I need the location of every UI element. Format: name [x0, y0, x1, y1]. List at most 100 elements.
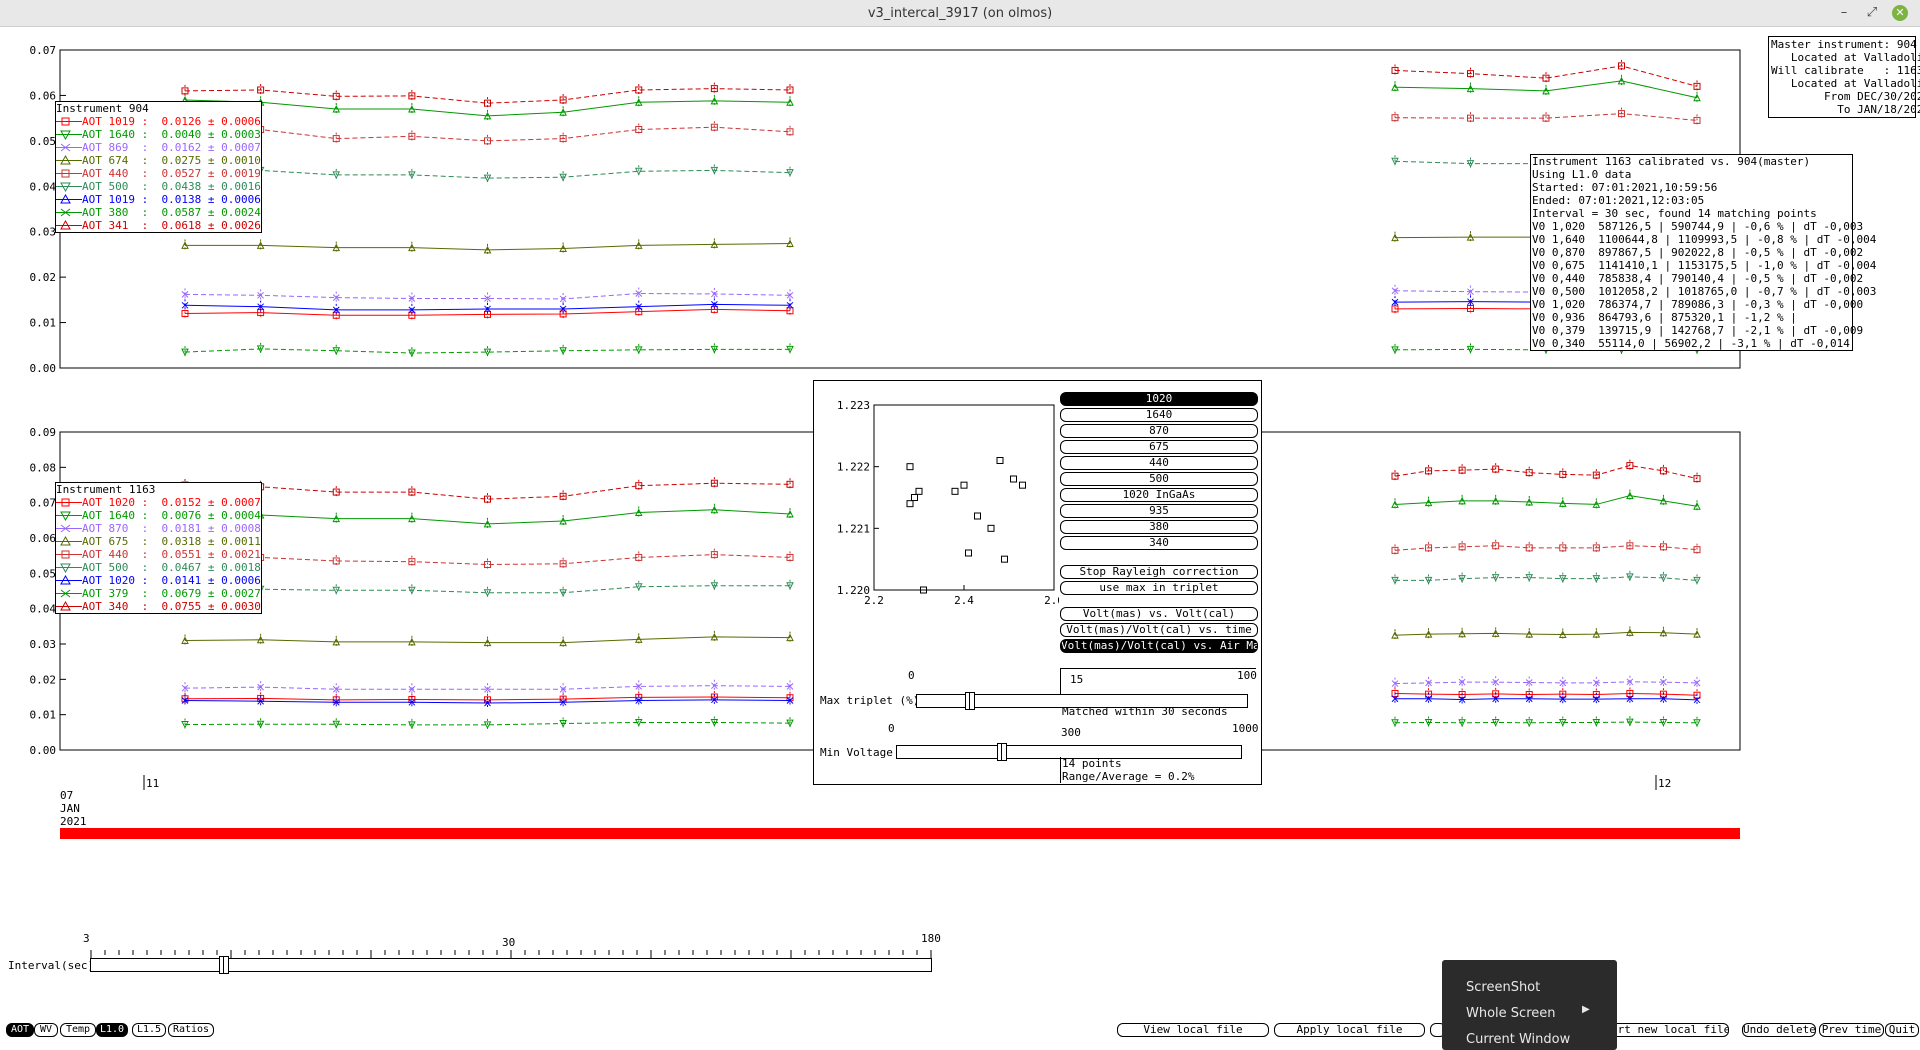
x-tick-label: 2.6	[1044, 594, 1059, 607]
legend-value: 0.0126 ± 0.0006	[154, 115, 261, 128]
legend-value: 0.0181 ± 0.0008	[154, 522, 261, 535]
legend-value: 0.0152 ± 0.0007	[154, 496, 261, 509]
cal-info-line: V0 0,675 1141410,1 | 1153175,5 | -1,0 % …	[1532, 259, 1877, 272]
cal-info-line: V0 1,020 587126,5 | 590744,9 | -0,6 % | …	[1532, 220, 1864, 233]
legend-item: AOT 675 : 0.0318 ± 0.0011	[56, 535, 261, 548]
legend-label: AOT 440 :	[82, 548, 155, 561]
scatter-point	[911, 494, 918, 501]
interval-max: 180	[921, 932, 941, 945]
legend-label: AOT 1640 :	[82, 509, 155, 522]
tab-aot[interactable]: AOT	[6, 1023, 34, 1037]
wavelength-button[interactable]: 1020 InGaAs	[1060, 488, 1258, 502]
legend-value: 0.0679 ± 0.0027	[154, 587, 261, 600]
wavelength-button[interactable]: 675	[1060, 440, 1258, 454]
y-tick-label: 0.08	[30, 461, 57, 474]
max-triplet-value: 15	[1070, 673, 1084, 686]
plot-mode-button[interactable]: Volt(mas)/Volt(cal) vs. time	[1060, 623, 1258, 637]
legend-label: AOT 1019 :	[82, 193, 155, 206]
y-tick-label: 0.02	[30, 673, 57, 686]
menu-item-screenshot[interactable]: ScreenShot	[1466, 980, 1540, 995]
calibration-results: Instrument 1163 calibrated vs. 904(maste…	[1530, 154, 1877, 351]
series-line	[1395, 698, 1698, 701]
min-voltage-label: Min Voltage	[820, 746, 893, 759]
min-voltage-min: 0	[888, 722, 895, 735]
wavelength-button[interactable]: 340	[1060, 536, 1258, 550]
option-button[interactable]: use max in triplet	[1060, 581, 1258, 595]
scatter-point	[1010, 475, 1017, 483]
legend-value: 0.0162 ± 0.0007	[154, 141, 261, 154]
tab-temp[interactable]: Temp	[60, 1023, 96, 1037]
legend-item: AOT 379 : 0.0679 ± 0.0027	[56, 587, 261, 600]
y-tick-label: 0.00	[30, 744, 57, 757]
wavelength-button[interactable]: 380	[1060, 520, 1258, 534]
cal-info-line: Ended: 07:01:2021,12:03:05	[1532, 194, 1705, 207]
action-button[interactable]: art new local file	[1610, 1023, 1729, 1037]
calibration-panel: 1.2201.2211.2221.2232.22.42.6 1020164087…	[813, 380, 1262, 785]
series-line	[1394, 465, 1698, 480]
action-button[interactable]: Apply local file	[1274, 1023, 1425, 1037]
menu-item-current-window[interactable]: Current Window	[1466, 1032, 1570, 1047]
master-instrument-info: Master instrument: 904 Located at Vallad…	[1768, 36, 1920, 118]
legend-item: AOT 500 : 0.0438 ± 0.0016	[56, 180, 261, 193]
wavelength-button[interactable]: 1640	[1060, 408, 1258, 422]
scatter-point	[951, 487, 959, 495]
aot-chart-904: 0.00 0.01 0.02 0.03 0.04 0.05 0.06 0.07	[30, 44, 1741, 375]
tab-wv[interactable]: WV	[34, 1023, 58, 1037]
scatter-point	[1001, 555, 1008, 563]
selection-bar[interactable]	[60, 828, 1740, 839]
legend-item: AOT 1019 : 0.0138 ± 0.0006	[56, 193, 261, 206]
action-button[interactable]: Quit	[1885, 1023, 1919, 1037]
wavelength-button[interactable]: 500	[1060, 472, 1258, 486]
cal-info-line: Instrument 1163 calibrated vs. 904(maste…	[1532, 155, 1811, 168]
min-voltage-thumb[interactable]	[997, 743, 1008, 761]
legend-value: 0.0318 ± 0.0011	[154, 535, 261, 548]
chevron-right-icon: ▶	[1582, 1004, 1590, 1015]
master-info-line: Located at Valladolid	[1771, 77, 1920, 90]
scatter-point	[965, 549, 972, 557]
y-tick-label: 0.02	[30, 271, 57, 284]
interval-min: 3	[83, 932, 90, 945]
tab-ratios[interactable]: Ratios	[168, 1023, 214, 1037]
legend-value: 0.0587 ± 0.0024	[154, 206, 261, 219]
max-triplet-thumb[interactable]	[965, 692, 975, 710]
wavelength-button[interactable]: 935	[1060, 504, 1258, 518]
cal-info-line: Started: 07:01:2021,10:59:56	[1532, 181, 1718, 194]
wavelength-button[interactable]: 870	[1060, 424, 1258, 438]
series-line	[184, 482, 791, 500]
series-line	[1394, 721, 1698, 724]
legend-title: Instrument 1163	[56, 483, 156, 496]
legend-label: AOT 1019 :	[82, 115, 155, 128]
legend-item: AOT 440 : 0.0551 ± 0.0021	[56, 548, 261, 561]
legend-item: AOT 1020 : 0.0152 ± 0.0007	[56, 496, 261, 509]
legend-item: AOT 1020 : 0.0141 ± 0.0006	[56, 574, 261, 587]
scatter-point	[915, 487, 923, 495]
master-info-line: Master instrument: 904	[1771, 38, 1917, 51]
wavelength-button[interactable]: 1020	[1060, 392, 1258, 406]
legend-item: AOT 380 : 0.0587 ± 0.0024	[56, 206, 261, 219]
tab-l1-5[interactable]: L1.5	[132, 1023, 166, 1037]
wavelength-button[interactable]: 440	[1060, 456, 1258, 470]
plot-mode-button[interactable]: Volt(mas)/Volt(cal) vs. Air Mass	[1060, 639, 1258, 653]
master-info-line: Located at Valladolid	[1771, 51, 1920, 64]
legend-label: AOT 440 :	[82, 167, 155, 180]
time-start-label: 2021	[60, 815, 87, 828]
cal-info-line: V0 0,340 55114,0 | 56902,2 | -3,1 % | dT…	[1532, 337, 1850, 350]
legend-item: AOT 500 : 0.0467 ± 0.0018	[56, 561, 261, 574]
menu-item-whole-screen[interactable]: Whole Screen	[1466, 1006, 1555, 1021]
legend-label: AOT 675 :	[82, 535, 155, 548]
action-button[interactable]: View local file	[1117, 1023, 1269, 1037]
plot-mode-button[interactable]: Volt(mas) vs. Volt(cal)	[1060, 607, 1258, 621]
tab-l1-0[interactable]: L1.0	[96, 1023, 128, 1037]
interval-thumb[interactable]	[218, 956, 229, 974]
scatter-point	[906, 500, 914, 508]
y-tick-label: 0.05	[30, 135, 57, 148]
max-triplet-label: Max triplet (%)	[820, 694, 920, 707]
legend-title: Instrument 904	[56, 102, 149, 115]
action-button[interactable]: Prev time	[1819, 1023, 1884, 1037]
interval-slider[interactable]	[90, 956, 932, 974]
action-button[interactable]: Undo delete	[1742, 1023, 1816, 1037]
legend-value: 0.0618 ± 0.0026	[154, 219, 261, 232]
option-button[interactable]: Stop Rayleigh correction	[1060, 565, 1258, 579]
master-info-line: From DEC/30/2020	[1771, 90, 1920, 103]
y-tick-label: 0.07	[30, 44, 57, 57]
